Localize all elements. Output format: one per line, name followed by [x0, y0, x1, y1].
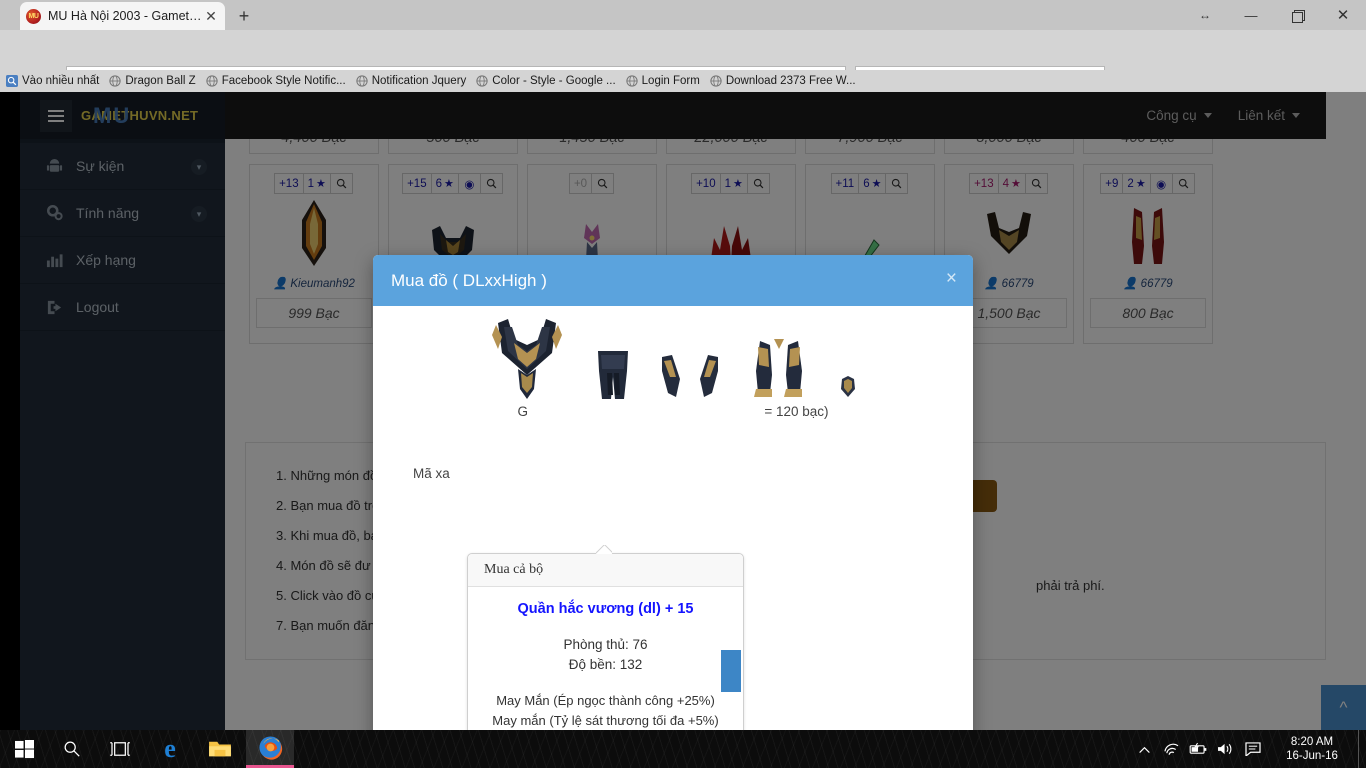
browser-titlebar: MU MU Hà Nội 2003 - Gameth... ✕ + ↔ — ✕: [0, 0, 1366, 30]
bookmark-label: Login Form: [641, 75, 700, 87]
bookmark-label: Color - Style - Google ...: [492, 75, 616, 87]
close-icon[interactable]: ✕: [203, 9, 219, 23]
pants-icon[interactable]: [596, 349, 630, 406]
page-viewport: 4,400 Bạc 500 Bạc 1,450 Bạc 22,000 Bạc 7…: [0, 92, 1366, 730]
restore-icon: [1291, 9, 1305, 23]
action-center-icon[interactable]: [1239, 742, 1266, 756]
helm-icon[interactable]: [838, 375, 858, 406]
browser-navbar: account.gamethuvn.net/#auth/ShopBuynew ⟳…: [0, 30, 1366, 94]
close-icon[interactable]: ×: [946, 268, 957, 290]
tooltip-option: May mắn (Tỷ lệ sát thương tối đa +5%): [492, 713, 719, 728]
tooltip-body: Quần hắc vương (dl) + 15 Phòng thủ: 76 Đ…: [468, 587, 743, 730]
search-button[interactable]: [48, 730, 96, 768]
show-hidden-icon[interactable]: [1131, 745, 1158, 754]
item-tooltip: Mua cả bộ Quần hắc vương (dl) + 15 Phòng…: [467, 553, 744, 730]
firefox-button[interactable]: [246, 730, 294, 768]
item-preview-row: [373, 306, 973, 406]
wifi-icon[interactable]: [1158, 742, 1185, 756]
start-button[interactable]: [0, 730, 48, 768]
bookmark-label: Facebook Style Notific...: [221, 75, 346, 87]
bookmark-label: Dragon Ball Z: [125, 75, 196, 87]
bookmark-label: Vào nhiều nhất: [22, 75, 100, 87]
restore-button[interactable]: [1274, 0, 1320, 30]
clock-time: 8:20 AM: [1290, 736, 1334, 748]
tooltip-stat: Độ bền: 132: [568, 657, 643, 672]
tooltip-spacer: [476, 675, 735, 691]
tooltip-arrow: [596, 545, 612, 554]
globe-icon: [625, 75, 638, 87]
bookmark-label: Download 2373 Free W...: [725, 75, 856, 87]
price-note: G = 120 bạc): [433, 404, 913, 419]
captcha-button[interactable]: [721, 650, 741, 692]
bookmark-item[interactable]: Dragon Ball Z: [109, 75, 196, 87]
task-view-button[interactable]: [96, 730, 144, 768]
battery-icon[interactable]: [1185, 743, 1212, 755]
most-visited-icon: [6, 75, 18, 87]
modal-title: Mua đồ ( DLxxHigh ): [391, 270, 547, 290]
bookmark-label: Notification Jquery: [371, 75, 467, 87]
clock-date: 16-Jun-16: [1286, 750, 1338, 762]
globe-icon: [206, 75, 218, 87]
close-window-button[interactable]: ✕: [1320, 0, 1366, 30]
volume-icon[interactable]: [1212, 742, 1239, 756]
bookmark-item[interactable]: Vào nhiều nhất: [6, 75, 99, 87]
mu-logo-icon: MU: [26, 8, 41, 24]
armor-icon[interactable]: [488, 319, 566, 406]
globe-icon: [356, 75, 368, 87]
firefox-icon: [258, 736, 282, 760]
system-tray: 8:20 AM 16-Jun-16: [1131, 730, 1366, 768]
bookmark-item[interactable]: Notification Jquery: [356, 75, 467, 87]
captcha-label: Mã xa: [413, 466, 450, 481]
browser-window: MU MU Hà Nội 2003 - Gameth... ✕ + ↔ — ✕ …: [0, 0, 1366, 730]
bookmarks-bar: Vào nhiều nhất Dragon Ball Z Facebook St…: [0, 70, 1366, 92]
windows-taskbar: e 8:20 AM 16-Jun-16: [0, 730, 1366, 768]
tooltip-item-name: Quần hắc vương (dl) + 15: [517, 601, 694, 617]
browser-tab[interactable]: MU MU Hà Nội 2003 - Gameth... ✕: [20, 2, 225, 30]
modal-header: Mua đồ ( DLxxHigh ) ×: [373, 255, 973, 306]
buy-item-modal: Mua đồ ( DLxxHigh ) × G = 120 bạc) Mã xa…: [373, 255, 973, 730]
boots-icon[interactable]: [750, 339, 808, 406]
price-note-text: = 120 bạc): [764, 404, 829, 419]
price-note-left: G: [517, 404, 529, 419]
window-controls: ↔ — ✕: [1182, 0, 1366, 30]
file-explorer-button[interactable]: [196, 730, 244, 768]
globe-icon: [109, 75, 122, 87]
show-desktop-button[interactable]: [1358, 730, 1366, 768]
resize-glyph: ↔: [1199, 8, 1211, 22]
tooltip-header[interactable]: Mua cả bộ: [468, 554, 743, 587]
taskbar-clock[interactable]: 8:20 AM 16-Jun-16: [1266, 735, 1358, 763]
edge-icon: e: [164, 734, 176, 763]
modal-body: G = 120 bạc) Mã xa Mua cả bộ Quần hắc vư…: [373, 306, 973, 730]
tab-title: MU Hà Nội 2003 - Gameth...: [48, 9, 203, 23]
bookmark-item[interactable]: Download 2373 Free W...: [710, 75, 856, 87]
resize-icon[interactable]: ↔: [1182, 0, 1228, 30]
tooltip-option: May Mắn (Ép ngọc thành công +25%): [496, 693, 715, 708]
tooltip-stat: Phòng thủ: 76: [563, 637, 648, 652]
globe-icon: [476, 75, 488, 87]
minimize-button[interactable]: —: [1228, 0, 1274, 30]
edge-button[interactable]: e: [146, 730, 194, 768]
bookmark-item[interactable]: Login Form: [625, 75, 700, 87]
new-tab-button[interactable]: +: [232, 5, 256, 27]
bookmark-item[interactable]: Facebook Style Notific...: [206, 75, 346, 87]
gloves-icon[interactable]: [660, 353, 720, 406]
globe-icon: [710, 75, 722, 87]
bookmark-item[interactable]: Color - Style - Google ...: [476, 75, 616, 87]
